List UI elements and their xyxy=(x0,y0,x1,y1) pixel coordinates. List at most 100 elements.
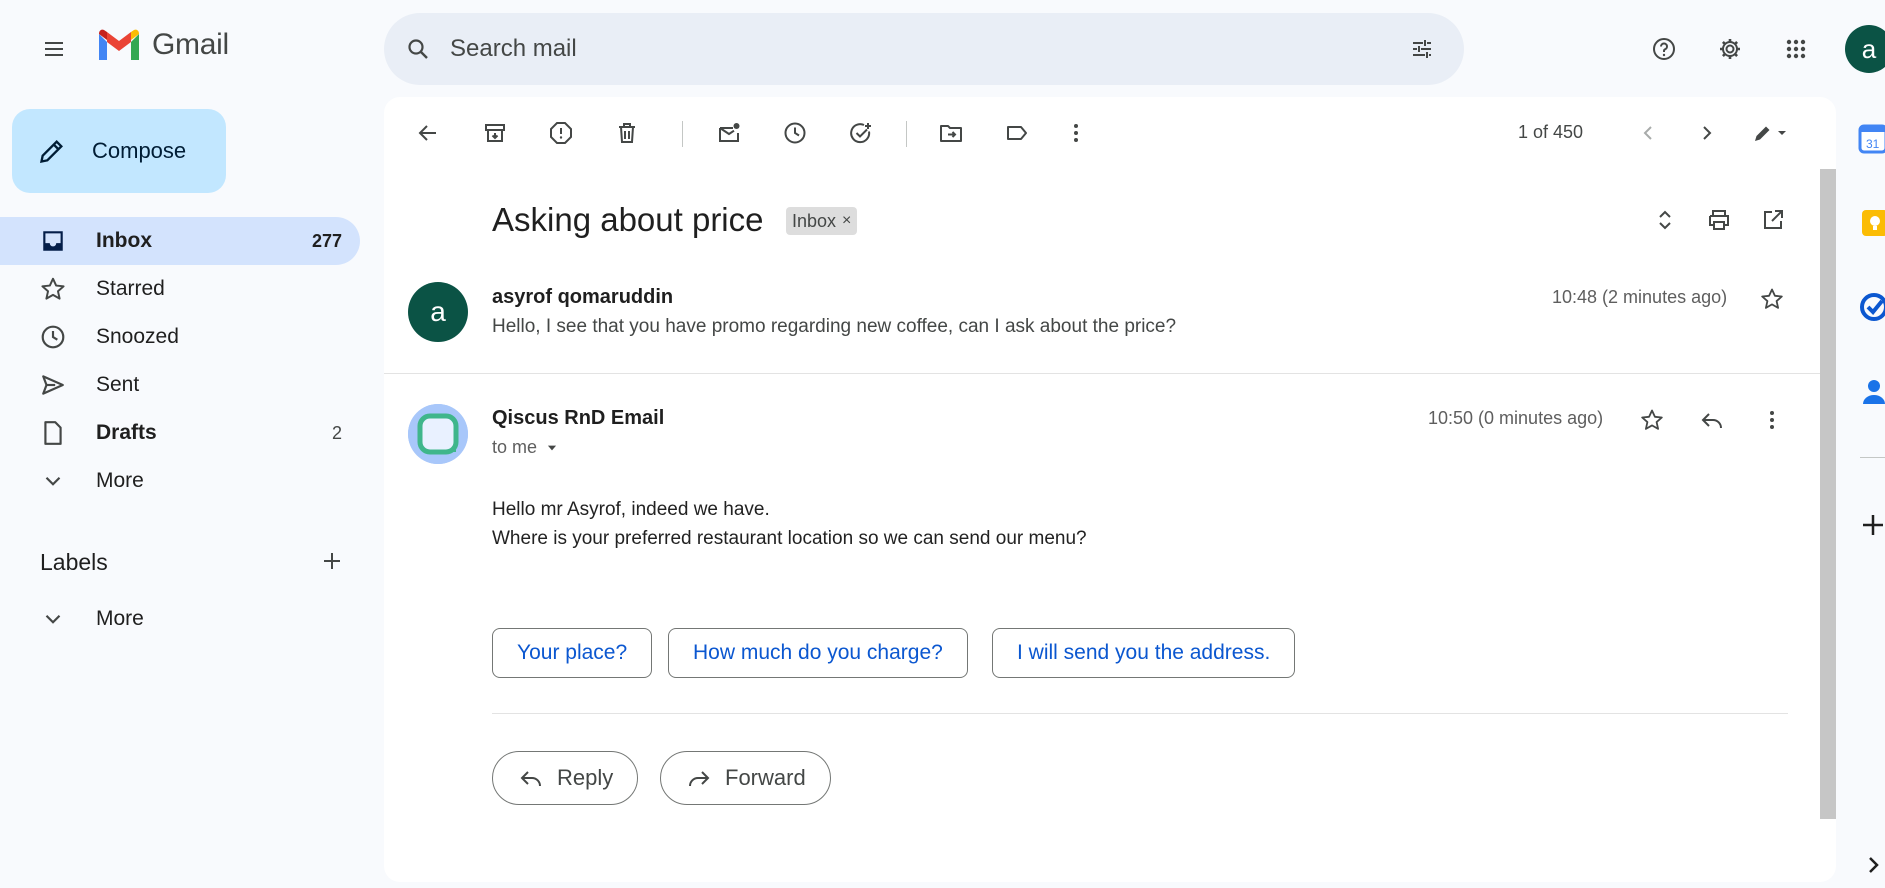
calendar-icon[interactable]: 31 xyxy=(1858,124,1885,154)
message-body-line: Where is your preferred restaurant locat… xyxy=(492,528,1087,549)
print-button[interactable] xyxy=(1699,200,1739,240)
sender-name[interactable]: asyrof qomaruddin xyxy=(492,286,673,309)
sidebar-item-starred[interactable]: Starred xyxy=(0,265,360,313)
search-button[interactable] xyxy=(398,29,438,69)
get-addons-icon[interactable] xyxy=(1858,510,1885,540)
archive-icon xyxy=(485,124,505,142)
toolbar-divider xyxy=(682,121,683,147)
search-bar[interactable] xyxy=(384,13,1464,85)
pagination-text: 1 of 450 xyxy=(1518,122,1584,142)
sidebar-item-label: Snoozed xyxy=(96,325,179,348)
labels-button[interactable] xyxy=(997,113,1037,153)
contacts-icon[interactable] xyxy=(1858,376,1885,406)
sidebar-item-label: Inbox xyxy=(96,229,152,252)
sidebar-item-label: Starred xyxy=(96,277,165,300)
account-avatar[interactable]: a xyxy=(1845,25,1885,73)
message-body-line: Hello mr Asyrof, indeed we have. xyxy=(492,499,770,520)
reply-label: Reply xyxy=(557,765,614,790)
settings-button[interactable] xyxy=(1710,29,1750,69)
remove-label-icon[interactable]: × xyxy=(842,212,851,230)
send-icon xyxy=(42,375,64,395)
open-new-window-button[interactable] xyxy=(1753,200,1793,240)
recipient-label: to me xyxy=(492,437,538,457)
chevron-right-icon xyxy=(1703,126,1712,140)
snooze-button[interactable] xyxy=(775,113,815,153)
delete-button[interactable] xyxy=(607,113,647,153)
gmail-logo[interactable]: Gmail xyxy=(96,28,229,62)
gmail-logo-text: Gmail xyxy=(152,28,229,61)
sidebar-item-more[interactable]: More xyxy=(0,457,360,505)
message-divider xyxy=(384,373,1820,374)
message-snippet[interactable]: Hello, I see that you have promo regardi… xyxy=(492,316,1176,338)
sender-avatar[interactable] xyxy=(408,404,468,464)
sidebar-item-sent[interactable]: Sent xyxy=(0,361,360,409)
email-subject: Asking about price xyxy=(492,201,764,238)
move-to-button[interactable] xyxy=(931,113,971,153)
search-input[interactable] xyxy=(450,31,1350,67)
help-icon xyxy=(1653,38,1675,60)
keep-icon[interactable] xyxy=(1858,208,1885,238)
pencil-icon xyxy=(40,140,63,163)
svg-text:31: 31 xyxy=(1866,137,1880,151)
labels-more[interactable]: More xyxy=(0,595,360,643)
reply-icon-button[interactable] xyxy=(1692,400,1732,440)
star-button[interactable] xyxy=(1752,279,1792,319)
sidebar-item-label: Sent xyxy=(96,373,140,396)
smart-reply-button[interactable]: I will send you the address. xyxy=(992,628,1296,678)
tasks-icon[interactable] xyxy=(1858,292,1885,322)
show-side-panel-icon[interactable] xyxy=(1858,850,1885,880)
compose-label: Compose xyxy=(92,138,187,163)
back-button[interactable] xyxy=(408,113,448,153)
search-icon xyxy=(408,39,428,59)
recipient-details[interactable]: to me xyxy=(492,437,559,458)
clock-icon xyxy=(784,122,806,144)
report-spam-button[interactable] xyxy=(541,113,581,153)
google-apps-button[interactable] xyxy=(1776,29,1816,69)
help-button[interactable] xyxy=(1644,29,1684,69)
pen-dropdown-icon xyxy=(1755,126,1786,141)
add-to-tasks-button[interactable] xyxy=(841,113,881,153)
star-button[interactable] xyxy=(1632,400,1672,440)
gear-icon xyxy=(1720,39,1740,59)
unfold-icon xyxy=(1659,210,1671,230)
sender-avatar[interactable]: a xyxy=(408,282,468,342)
mark-unread-icon xyxy=(719,123,740,142)
sender-name[interactable]: Qiscus RnD Email xyxy=(492,407,664,430)
main-menu-button[interactable] xyxy=(34,29,74,69)
sidebar-item-inbox[interactable]: Inbox 277 xyxy=(0,217,360,265)
create-label-button[interactable] xyxy=(312,541,352,581)
arrow-back-icon xyxy=(418,125,436,141)
drafts-count: 2 xyxy=(331,422,342,443)
draft-icon xyxy=(44,421,62,445)
star-icon xyxy=(41,277,65,300)
scrollbar[interactable] xyxy=(1820,169,1836,819)
expand-all-button[interactable] xyxy=(1645,200,1685,240)
newer-button[interactable] xyxy=(1628,113,1668,153)
more-vert-icon xyxy=(1074,124,1078,142)
sidebar-item-label: Drafts xyxy=(96,421,157,444)
sidebar-item-drafts[interactable]: Drafts 2 xyxy=(0,409,360,457)
gmail-m-icon xyxy=(99,29,139,60)
reply-divider xyxy=(492,713,1788,714)
compose-button[interactable]: Compose xyxy=(12,109,226,193)
smart-reply-button[interactable]: Your place? xyxy=(492,628,653,678)
star-icon xyxy=(1641,409,1663,430)
older-button[interactable] xyxy=(1687,113,1727,153)
inbox-chip-label: Inbox xyxy=(792,210,837,231)
input-tools-button[interactable] xyxy=(1740,113,1800,153)
mark-unread-button[interactable] xyxy=(709,113,749,153)
search-options-button[interactable] xyxy=(1402,29,1442,69)
inbox-label-chip[interactable]: Inbox × xyxy=(786,207,858,235)
chevron-left-icon xyxy=(1643,126,1652,140)
more-actions-button[interactable] xyxy=(1056,113,1096,153)
caret-down-icon xyxy=(547,445,557,450)
labels-more-label: More xyxy=(96,607,144,630)
message-more-button[interactable] xyxy=(1752,400,1792,440)
sidebar-item-snoozed[interactable]: Snoozed xyxy=(0,313,360,361)
inbox-icon xyxy=(43,231,63,251)
smart-reply-button[interactable]: How much do you charge? xyxy=(668,628,968,678)
reply-button[interactable]: Reply xyxy=(492,751,639,805)
tune-icon xyxy=(1413,40,1431,58)
forward-button[interactable]: Forward xyxy=(660,751,831,805)
archive-button[interactable] xyxy=(475,113,515,153)
